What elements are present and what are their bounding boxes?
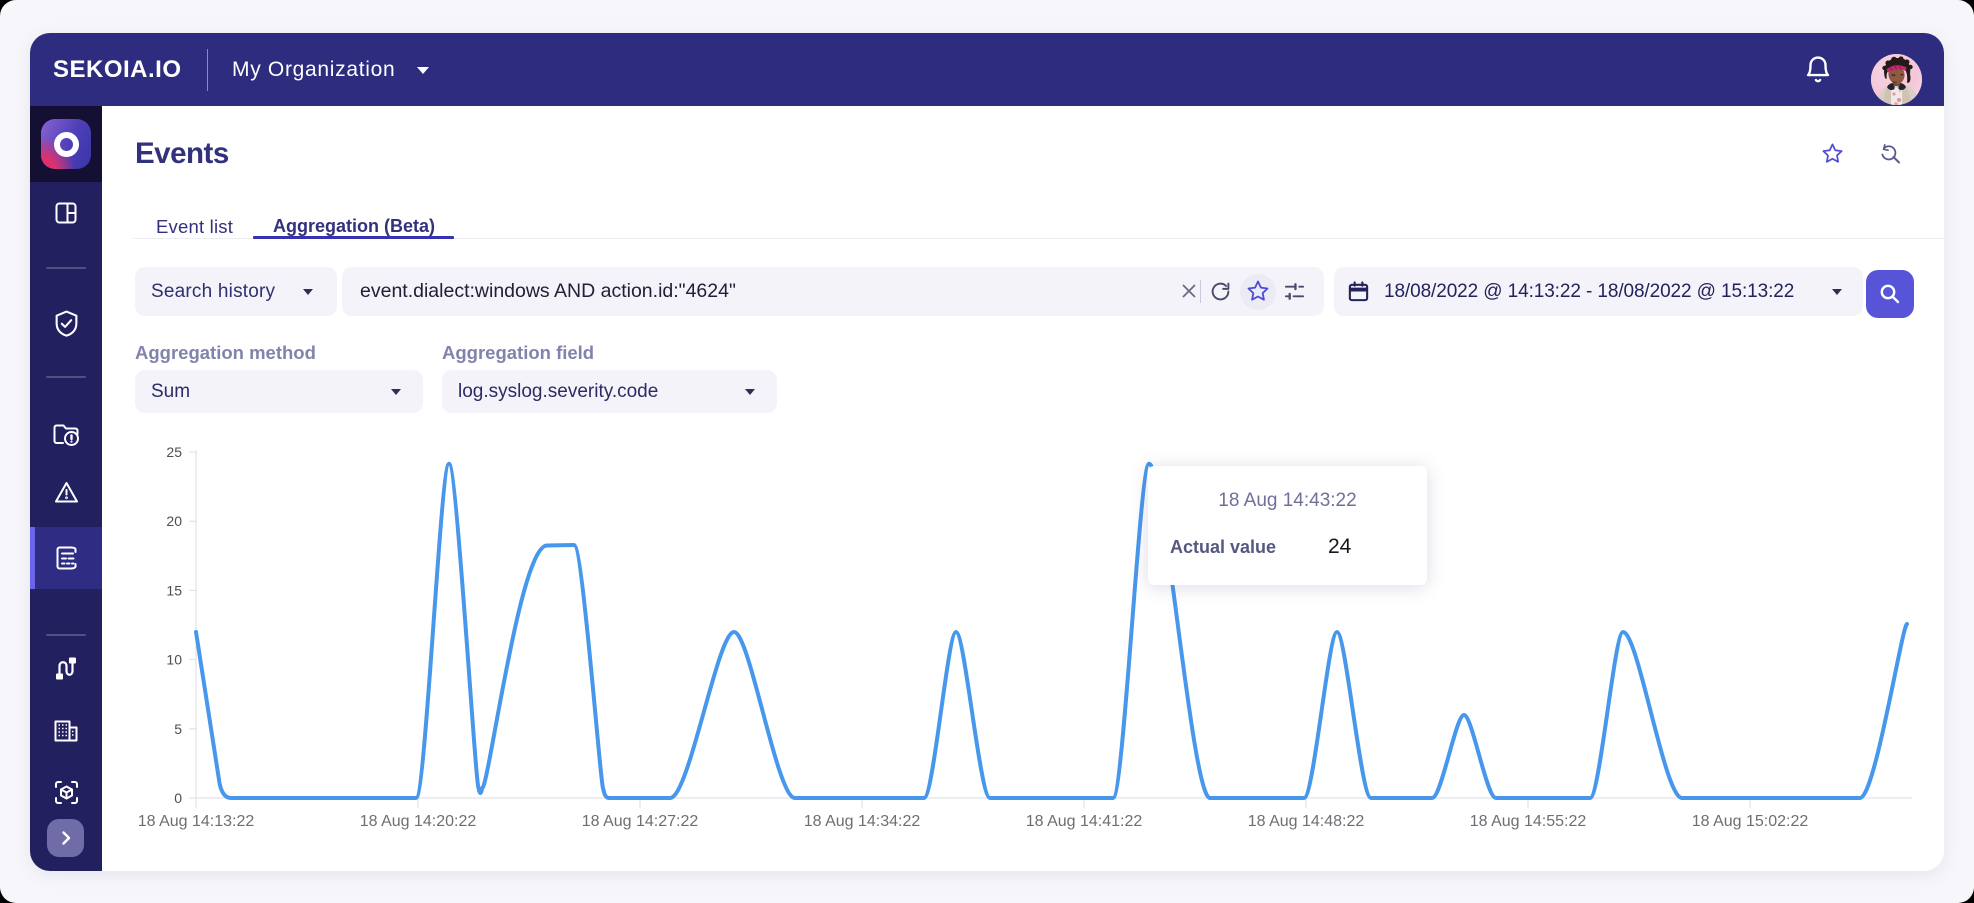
- svg-text:18 Aug 14:48:22: 18 Aug 14:48:22: [1248, 813, 1365, 830]
- svg-text:18 Aug 14:20:22: 18 Aug 14:20:22: [360, 813, 477, 830]
- svg-text:10: 10: [166, 652, 182, 668]
- svg-text:18 Aug 14:13:22: 18 Aug 14:13:22: [138, 813, 255, 830]
- svg-text:18 Aug 14:55:22: 18 Aug 14:55:22: [1470, 813, 1587, 830]
- svg-text:18 Aug 14:27:22: 18 Aug 14:27:22: [582, 813, 699, 830]
- svg-text:5: 5: [174, 721, 182, 737]
- svg-text:18 Aug 14:41:22: 18 Aug 14:41:22: [1026, 813, 1143, 830]
- svg-text:20: 20: [166, 513, 182, 529]
- svg-text:18 Aug 15:02:22: 18 Aug 15:02:22: [1692, 813, 1809, 830]
- svg-text:25: 25: [166, 444, 182, 460]
- svg-text:15: 15: [166, 582, 182, 598]
- svg-text:18 Aug 14:34:22: 18 Aug 14:34:22: [804, 813, 921, 830]
- svg-text:0: 0: [174, 790, 182, 806]
